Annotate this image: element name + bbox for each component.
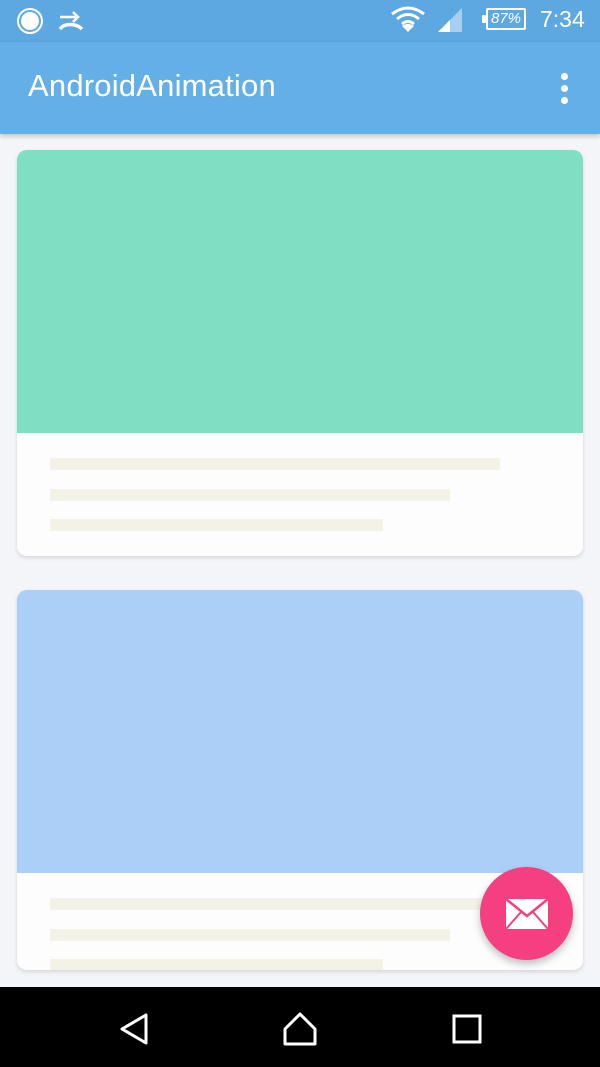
placeholder-line: [50, 489, 450, 501]
wifi-icon: [391, 6, 425, 32]
app-title: AndroidAnimation: [28, 68, 276, 103]
call-transfer-icon: [58, 11, 84, 31]
signal-icon: [438, 8, 462, 32]
status-time: 7:34: [540, 6, 585, 32]
status-bar: 87% 7:34: [0, 0, 600, 42]
mail-fab-button[interactable]: [480, 867, 573, 960]
placeholder-line: [50, 458, 500, 470]
app-bar: AndroidAnimation: [0, 42, 600, 134]
navigation-bar: [0, 987, 600, 1067]
card-list[interactable]: [0, 134, 600, 987]
placeholder-line: [50, 929, 450, 941]
battery-percent: 87%: [490, 10, 522, 27]
placeholder-line: [50, 898, 500, 910]
card-media: [17, 590, 583, 873]
card-body: [17, 433, 583, 556]
placeholder-line: [50, 959, 383, 970]
mail-icon: [504, 897, 549, 930]
circle-notification-icon: [17, 8, 43, 34]
home-icon[interactable]: [280, 1009, 320, 1049]
card[interactable]: [17, 150, 583, 556]
back-icon[interactable]: [114, 1009, 154, 1049]
battery-icon: 87%: [482, 8, 526, 30]
placeholder-line: [50, 519, 383, 531]
card-media: [17, 150, 583, 433]
recents-icon[interactable]: [447, 1009, 487, 1049]
overflow-menu-icon[interactable]: [546, 66, 582, 110]
